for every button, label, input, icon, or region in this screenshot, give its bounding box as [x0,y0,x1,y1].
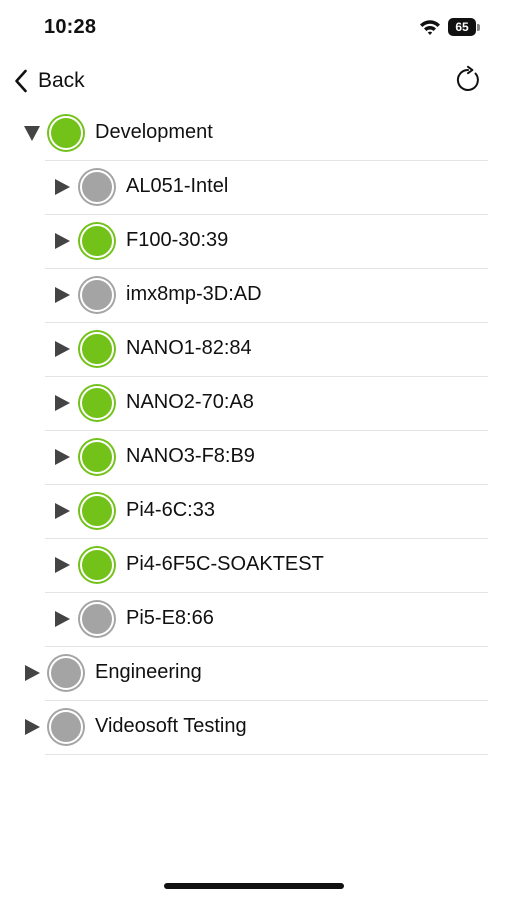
tree-device-row[interactable]: Pi4-6F5C-SOAKTEST [0,538,507,592]
device-tree: Development AL051-Intel F100-30:39 imx8mp-3… [0,106,507,755]
battery-tip [477,24,480,31]
row-divider [45,376,488,377]
disclosure-triangle-right-icon[interactable] [52,501,72,521]
status-online-icon [80,332,114,366]
row-divider [45,214,488,215]
battery-level: 65 [448,18,476,36]
row-label: Engineering [95,661,202,683]
disclosure-triangle-right-icon[interactable] [22,717,42,737]
status-online-icon [49,116,83,150]
tree-group-row[interactable]: Engineering [0,646,507,700]
disclosure-triangle-right-icon[interactable] [52,285,72,305]
refresh-icon[interactable] [453,65,483,95]
row-divider [45,592,488,593]
tree-device-row[interactable]: Pi4-6C:33 [0,484,507,538]
status-online-icon [80,440,114,474]
status-online-icon [80,386,114,420]
row-divider [45,484,488,485]
row-divider [45,538,488,539]
row-label: Videosoft Testing [95,715,247,737]
tree-device-row[interactable]: NANO2-70:A8 [0,376,507,430]
tree-device-row[interactable]: imx8mp-3D:AD [0,268,507,322]
row-label: NANO3-F8:B9 [126,445,255,467]
status-offline-icon [80,278,114,312]
tree-group-row[interactable]: Videosoft Testing [0,700,507,755]
status-offline-icon [49,710,83,744]
status-online-icon [80,494,114,528]
disclosure-triangle-down-icon[interactable] [22,123,42,143]
battery-icon: 65 [448,18,482,38]
tree-device-row[interactable]: NANO3-F8:B9 [0,430,507,484]
disclosure-triangle-right-icon[interactable] [22,663,42,683]
row-label: F100-30:39 [126,229,229,251]
row-label: Pi4-6C:33 [126,499,215,521]
disclosure-triangle-right-icon[interactable] [52,339,72,359]
home-indicator [164,883,344,889]
row-divider [45,700,488,701]
row-label: NANO2-70:A8 [126,391,254,413]
status-bar: 10:28 65 [0,0,507,56]
tree-device-row[interactable]: Pi5-E8:66 [0,592,507,646]
disclosure-triangle-right-icon[interactable] [52,447,72,467]
status-time: 10:28 [44,16,97,38]
status-offline-icon [49,656,83,690]
row-label: AL051-Intel [126,175,229,197]
row-label: imx8mp-3D:AD [126,283,262,305]
status-online-icon [80,224,114,258]
row-divider [45,268,488,269]
row-divider [45,430,488,431]
disclosure-triangle-right-icon[interactable] [52,609,72,629]
back-label: Back [38,69,85,92]
disclosure-triangle-right-icon[interactable] [52,555,72,575]
row-divider [45,754,488,755]
row-label: NANO1-82:84 [126,337,252,359]
tree-device-row[interactable]: F100-30:39 [0,214,507,268]
disclosure-triangle-right-icon[interactable] [52,231,72,251]
wifi-icon [420,20,440,35]
status-online-icon [80,548,114,582]
tree-device-row[interactable]: AL051-Intel [0,160,507,214]
back-button[interactable]: Back [14,66,85,96]
row-divider [45,322,488,323]
tree-group-row[interactable]: Development [0,106,507,160]
disclosure-triangle-right-icon[interactable] [52,393,72,413]
row-label: Pi4-6F5C-SOAKTEST [126,553,324,575]
tree-device-row[interactable]: NANO1-82:84 [0,322,507,376]
chevron-left-icon [15,69,27,93]
disclosure-triangle-right-icon[interactable] [52,177,72,197]
navigation-bar: Back [0,56,507,106]
row-label: Development [95,121,213,143]
status-offline-icon [80,602,114,636]
status-offline-icon [80,170,114,204]
row-label: Pi5-E8:66 [126,607,214,629]
row-divider [45,646,488,647]
row-divider [45,160,488,161]
